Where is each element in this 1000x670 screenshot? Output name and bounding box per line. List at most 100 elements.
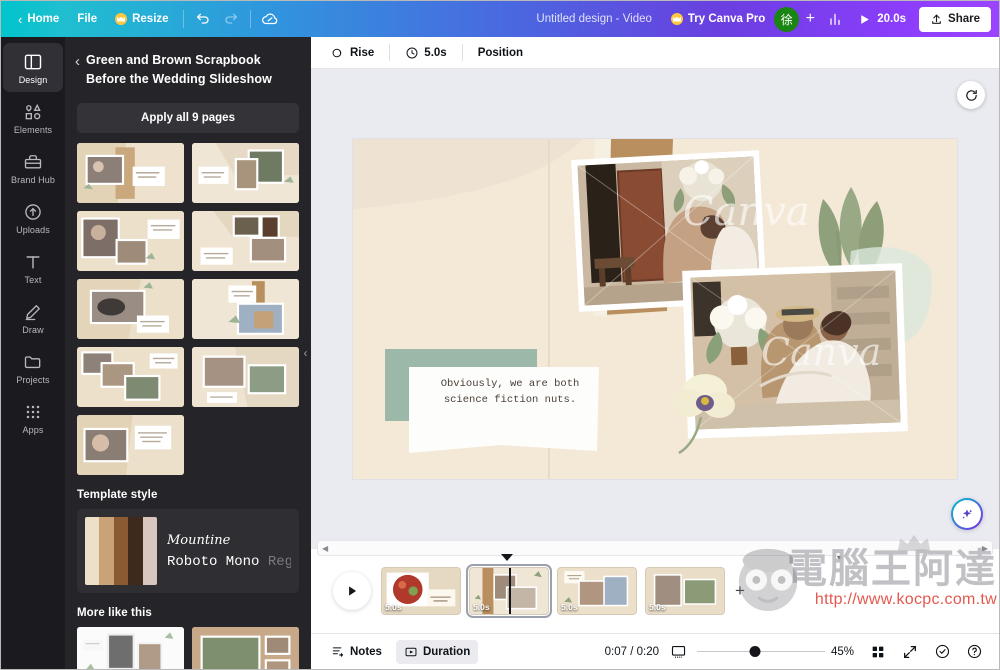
- sidebar-item-design[interactable]: Design: [3, 43, 63, 92]
- sidebar-item-brand-hub[interactable]: Brand Hub: [3, 143, 63, 192]
- add-member-button[interactable]: +: [799, 7, 821, 32]
- fullscreen-button[interactable]: [897, 640, 923, 664]
- position-button[interactable]: Position: [470, 42, 531, 64]
- template-panel: ‹ Green and Brown Scrapbook Before the W…: [65, 37, 311, 669]
- home-label: Home: [27, 13, 60, 25]
- playhead-marker[interactable]: [501, 554, 513, 561]
- font-mono-suffix: Reg: [259, 553, 291, 570]
- scrub-right-arrow[interactable]: ▶: [978, 544, 992, 553]
- related-template-thumbnail[interactable]: [192, 627, 299, 669]
- notes-button[interactable]: Notes: [323, 640, 390, 664]
- sidebar-label-brand-hub: Brand Hub: [11, 175, 55, 185]
- help-button[interactable]: [961, 640, 987, 664]
- check-status-button[interactable]: [929, 640, 955, 664]
- check-circle-icon: [935, 644, 949, 659]
- share-upload-icon: [932, 14, 941, 24]
- more-like-this-grid: [77, 627, 299, 669]
- note-line-1: Obviously, we are both: [440, 377, 580, 390]
- grid-view-button[interactable]: [865, 640, 891, 664]
- try-canva-pro-button[interactable]: Try Canva Pro: [662, 8, 774, 30]
- regenerate-button[interactable]: [957, 81, 985, 109]
- swatch-1: [85, 517, 100, 586]
- font-mono-name: Roboto Mono Reg: [167, 554, 291, 570]
- position-label: Position: [477, 46, 524, 59]
- timeline-clip[interactable]: 5.0s: [645, 567, 725, 615]
- crown-icon: [115, 13, 128, 25]
- preview-duration-button[interactable]: 20.0s: [849, 8, 915, 31]
- timeline-clip-selected[interactable]: 5.0s: [466, 564, 552, 618]
- sidebar-item-elements[interactable]: Elements: [3, 93, 63, 142]
- undo-button[interactable]: [189, 6, 217, 32]
- transition-icon: [332, 48, 342, 57]
- color-swatches: [85, 517, 157, 586]
- editor-area: Rise 5.0s Position Canva Canva Obviously…: [311, 37, 999, 669]
- template-style-label: Template style: [77, 489, 158, 502]
- panel-scroll-area[interactable]: Template style Mountine Roboto Mono Reg: [65, 142, 311, 669]
- canva-watermark: Canva: [683, 189, 810, 235]
- template-thumbnail[interactable]: [192, 142, 299, 203]
- timeline-play-button[interactable]: [333, 572, 371, 610]
- sidebar-item-projects[interactable]: Projects: [3, 343, 63, 392]
- clip-list: 5.0s 5.0s 5.0s 5.0s: [381, 564, 725, 618]
- document-title[interactable]: Untitled design - Video: [526, 8, 662, 30]
- watermark-url: http://www.kocpc.com.tw: [814, 591, 997, 608]
- crown-icon-pro: [670, 13, 683, 25]
- redo-button[interactable]: [217, 6, 245, 32]
- design-artwork: Canva Canva: [353, 138, 957, 479]
- timeline-clip[interactable]: 5.0s: [557, 567, 637, 615]
- duration-toggle-label: Duration: [422, 645, 471, 658]
- sidebar-item-draw[interactable]: Draw: [3, 293, 63, 342]
- sidebar-label-elements: Elements: [13, 125, 53, 135]
- template-thumbnail[interactable]: [192, 210, 299, 271]
- panel-back-button[interactable]: ‹: [75, 51, 80, 69]
- sidebar-item-apps[interactable]: Apps: [3, 393, 63, 442]
- play-icon: [349, 586, 357, 596]
- sidebar-label-design: Design: [18, 75, 48, 85]
- sidebar-item-uploads[interactable]: Uploads: [3, 193, 63, 242]
- related-template-thumbnail[interactable]: [77, 627, 184, 669]
- clip-duration-label: 5.0s: [424, 46, 447, 59]
- zoom-value: 45%: [831, 645, 855, 658]
- transition-button[interactable]: Rise: [323, 41, 382, 65]
- sidebar-item-text[interactable]: Text: [3, 243, 63, 292]
- play-icon: [861, 14, 870, 24]
- template-thumbnail[interactable]: [77, 347, 184, 408]
- template-thumbnail[interactable]: [192, 347, 299, 408]
- duration-label: 20.0s: [877, 13, 907, 25]
- apply-all-pages-button[interactable]: Apply all 9 pages: [77, 102, 299, 133]
- template-thumbnail[interactable]: [192, 278, 299, 340]
- template-thumbnail[interactable]: [77, 278, 184, 340]
- home-button[interactable]: ‹ Home: [9, 7, 68, 32]
- panel-header: ‹ Green and Brown Scrapbook Before the W…: [65, 37, 311, 95]
- template-thumbnail[interactable]: [77, 142, 184, 203]
- toolbar-divider: [182, 10, 184, 28]
- duration-toggle-button[interactable]: Duration: [395, 639, 479, 664]
- template-style-card[interactable]: Mountine Roboto Mono Reg: [77, 509, 299, 594]
- projects-icon: [24, 356, 41, 369]
- font-script-name: Mountine: [167, 532, 231, 548]
- cloud-sync-button[interactable]: [256, 6, 284, 32]
- share-button[interactable]: Share: [919, 6, 991, 32]
- scrub-left-arrow[interactable]: ◀: [318, 544, 332, 553]
- add-page-button[interactable]: +: [725, 581, 755, 601]
- design-note-text[interactable]: Obviously, we are both science fiction n…: [425, 376, 595, 409]
- swatch-3: [113, 517, 129, 586]
- timeline-clip[interactable]: 5.0s: [381, 567, 461, 615]
- elements-icon: [25, 103, 41, 120]
- clip-duration-button[interactable]: 5.0s: [397, 41, 454, 65]
- template-thumbnail[interactable]: [77, 210, 184, 271]
- panel-collapse-toggle[interactable]: [299, 331, 311, 375]
- timeline-scrubber[interactable]: ◀ ▶: [317, 540, 993, 556]
- avatar[interactable]: 徐: [774, 6, 800, 32]
- insights-button[interactable]: [821, 6, 849, 32]
- try-pro-label: Try Canva Pro: [687, 13, 766, 25]
- fit-screen-button[interactable]: [665, 640, 691, 664]
- resize-button[interactable]: Resize: [106, 8, 177, 30]
- design-canvas[interactable]: Canva Canva Obviously, we are both scien…: [353, 138, 957, 479]
- canvas-workspace[interactable]: Canva Canva Obviously, we are both scien…: [311, 69, 999, 548]
- zoom-slider[interactable]: [697, 645, 825, 659]
- magic-assistant-button[interactable]: [951, 498, 983, 530]
- template-thumbnail[interactable]: [77, 415, 184, 476]
- zoom-knob[interactable]: [749, 646, 761, 657]
- file-menu-button[interactable]: File: [68, 8, 106, 30]
